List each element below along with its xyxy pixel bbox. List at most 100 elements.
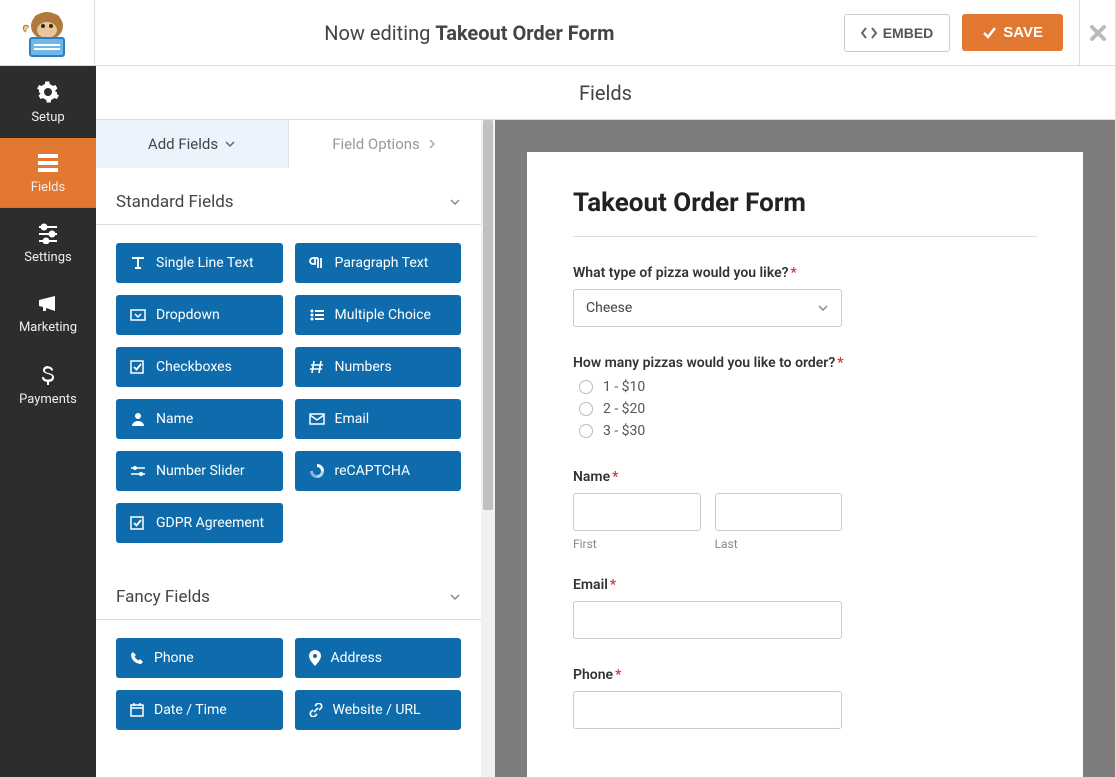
label-phone: Phone* [573,667,1037,683]
tab-add-fields[interactable]: Add Fields [96,120,288,168]
dropdown-icon [130,308,146,322]
sidebar-label: Setup [4,110,92,125]
chevron-down-icon [449,196,461,208]
tile-website-url[interactable]: Website / URL [295,690,462,730]
header-actions: EMBED SAVE [844,14,1079,52]
tab-field-options[interactable]: Field Options [288,120,481,168]
pizza-type-select[interactable]: Cheese [573,289,842,327]
required-mark: * [612,469,618,485]
check-square-icon [130,516,146,530]
phone-icon [130,651,144,665]
first-name-input[interactable] [573,493,701,531]
tile-phone[interactable]: Phone [116,638,283,678]
sidebar-item-settings[interactable]: Settings [0,208,96,278]
form-preview-area: Takeout Order Form What type of pizza wo… [495,120,1115,777]
bullhorn-icon [36,292,60,314]
hash-icon [309,360,325,374]
scrollbar-thumb[interactable] [483,120,493,510]
radio-label: 3 - $30 [603,423,645,439]
label-text: How many pizzas would you like to order? [573,355,835,371]
sliders-icon [130,464,146,478]
radio-option-3[interactable]: 3 - $30 [579,423,1037,439]
mascot-icon [16,8,78,58]
tile-email[interactable]: Email [295,399,462,439]
required-mark: * [791,265,797,281]
tile-label: Website / URL [333,702,421,718]
tile-label: Phone [154,650,194,666]
tile-date-time[interactable]: Date / Time [116,690,283,730]
last-sublabel: Last [715,537,843,551]
sliders-icon [36,222,60,244]
required-mark: * [615,667,621,683]
tile-label: Address [331,650,382,666]
tab-label: Field Options [332,135,420,153]
dollar-icon [38,362,58,386]
form-name: Takeout Order Form [435,21,614,45]
embed-label: EMBED [883,25,934,41]
save-label: SAVE [1003,24,1043,41]
app-logo [0,0,95,65]
email-input[interactable] [573,601,842,639]
chevron-down-icon [224,138,236,150]
label-text: Email [573,577,608,593]
standard-fields-grid: Single Line Text Paragraph Text Dropdown… [96,225,481,551]
close-icon [1089,24,1107,42]
sidebar-item-setup[interactable]: Setup [0,66,96,138]
save-button[interactable]: SAVE [962,14,1063,51]
label-pizza-count: How many pizzas would you like to order?… [573,355,1037,371]
phone-input[interactable] [573,691,842,729]
tile-label: Checkboxes [156,359,232,375]
check-square-icon [130,360,146,374]
tile-paragraph-text[interactable]: Paragraph Text [295,243,462,283]
section-standard-fields[interactable]: Standard Fields [96,168,481,225]
tile-label: Number Slider [156,463,245,479]
tile-gdpr-agreement[interactable]: GDPR Agreement [116,503,283,543]
tile-label: Single Line Text [156,255,254,271]
user-icon [130,412,146,426]
tile-label: Name [156,411,193,427]
select-value: Cheese [586,300,632,316]
link-icon [309,703,323,717]
list-icon [36,152,60,174]
radio-option-1[interactable]: 1 - $10 [579,379,1037,395]
tile-number-slider[interactable]: Number Slider [116,451,283,491]
tile-checkboxes[interactable]: Checkboxes [116,347,283,387]
sidebar-item-fields[interactable]: Fields [0,138,96,208]
tile-label: Date / Time [154,702,227,718]
last-name-input[interactable] [715,493,843,531]
radio-icon [579,380,593,394]
section-fancy-fields[interactable]: Fancy Fields [96,563,481,620]
tile-recaptcha[interactable]: reCAPTCHA [295,451,462,491]
page-title: Now editing Takeout Order Form [95,21,844,45]
panel-scrollbar[interactable] [481,120,495,777]
tile-label: Numbers [335,359,392,375]
label-text: Name [573,469,610,485]
fancy-fields-grid: Phone Address Date / Time Website / URL [96,620,481,738]
tile-label: Multiple Choice [335,307,431,323]
tile-name[interactable]: Name [116,399,283,439]
tile-dropdown[interactable]: Dropdown [116,295,283,335]
embed-button[interactable]: EMBED [844,14,951,52]
tab-label: Add Fields [148,135,218,153]
radio-label: 2 - $20 [603,401,645,417]
radio-option-2[interactable]: 2 - $20 [579,401,1037,417]
tile-numbers[interactable]: Numbers [295,347,462,387]
tile-label: Paragraph Text [335,255,429,271]
tile-label: Email [335,411,370,427]
gear-icon [36,80,60,104]
tile-address[interactable]: Address [295,638,462,678]
sidebar-item-payments[interactable]: Payments [0,348,96,420]
close-button[interactable] [1079,0,1115,65]
required-mark: * [610,577,616,593]
map-pin-icon [309,650,321,666]
tile-label: GDPR Agreement [156,515,264,531]
tile-multiple-choice[interactable]: Multiple Choice [295,295,462,335]
section-title: Standard Fields [116,192,234,212]
list-ul-icon [309,308,325,322]
sidebar-item-marketing[interactable]: Marketing [0,278,96,348]
sidebar-nav: Setup Fields Settings Marketing Payments [0,66,96,777]
first-sublabel: First [573,537,701,551]
label-name: Name* [573,469,1037,485]
label-email: Email* [573,577,1037,593]
tile-single-line-text[interactable]: Single Line Text [116,243,283,283]
